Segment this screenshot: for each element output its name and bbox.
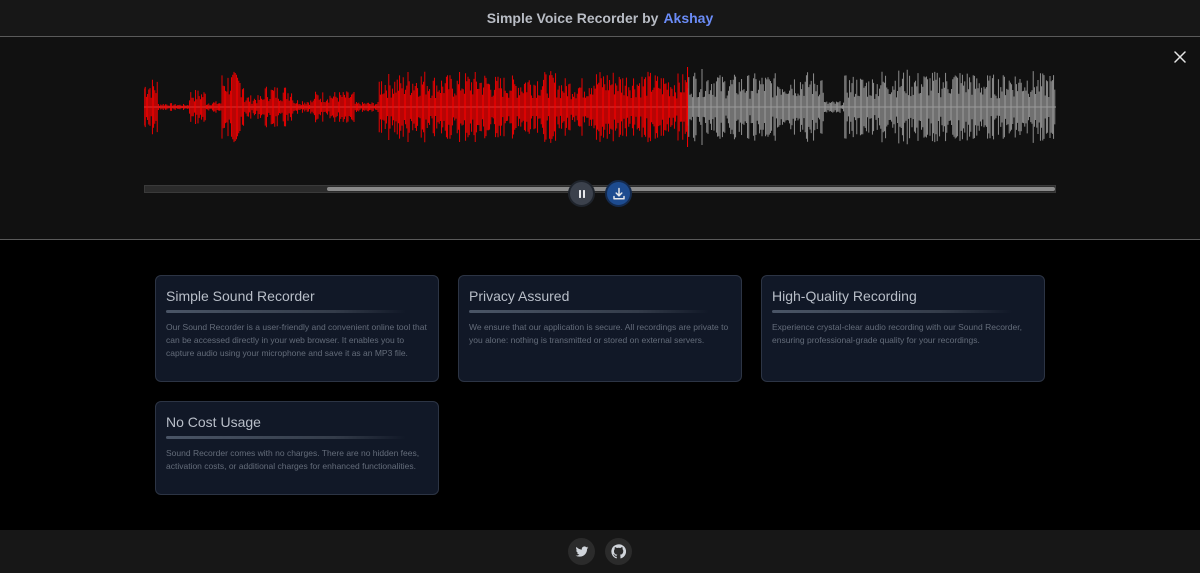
feature-card: High-Quality Recording Experience crysta…: [761, 275, 1045, 382]
feature-description: We ensure that our application is secure…: [469, 322, 729, 345]
app-title: Simple Voice Recorder by: [486, 10, 659, 26]
app-header: Simple Voice Recorder by Akshay: [0, 0, 1200, 37]
feature-title: No Cost Usage: [166, 414, 261, 430]
twitter-icon: [575, 545, 588, 557]
app-footer: [0, 530, 1200, 573]
feature-title: High-Quality Recording: [772, 288, 917, 304]
download-icon: [612, 187, 625, 200]
download-button[interactable]: [605, 180, 632, 207]
close-button[interactable]: [1170, 47, 1190, 67]
github-link[interactable]: [605, 538, 632, 565]
author-link[interactable]: Akshay: [663, 10, 713, 26]
pause-button[interactable]: [568, 180, 595, 207]
recorder-panel: [0, 37, 1200, 240]
feature-title: Simple Sound Recorder: [166, 288, 315, 304]
pause-icon: [578, 189, 585, 198]
feature-card: Privacy Assured We ensure that our appli…: [458, 275, 742, 382]
close-icon: [1174, 51, 1186, 63]
title-underline: [166, 436, 406, 439]
waveform-unplayed: [687, 69, 1056, 145]
feature-card: No Cost Usage Sound Recorder comes with …: [155, 401, 439, 495]
feature-description: Sound Recorder comes with no charges. Th…: [166, 448, 420, 471]
github-icon: [611, 544, 626, 559]
title-underline: [469, 310, 709, 313]
feature-card: Simple Sound Recorder Our Sound Recorder…: [155, 275, 439, 382]
feature-description: Our Sound Recorder is a user-friendly an…: [166, 322, 427, 358]
title-underline: [166, 310, 406, 313]
playback-controls: [0, 180, 1200, 207]
title-underline: [772, 310, 1012, 313]
feature-description: Experience crystal-clear audio recording…: [772, 322, 1022, 345]
waveform-played: [144, 71, 687, 143]
audio-waveform[interactable]: [144, 67, 1056, 147]
feature-title: Privacy Assured: [469, 288, 570, 304]
twitter-link[interactable]: [568, 538, 595, 565]
